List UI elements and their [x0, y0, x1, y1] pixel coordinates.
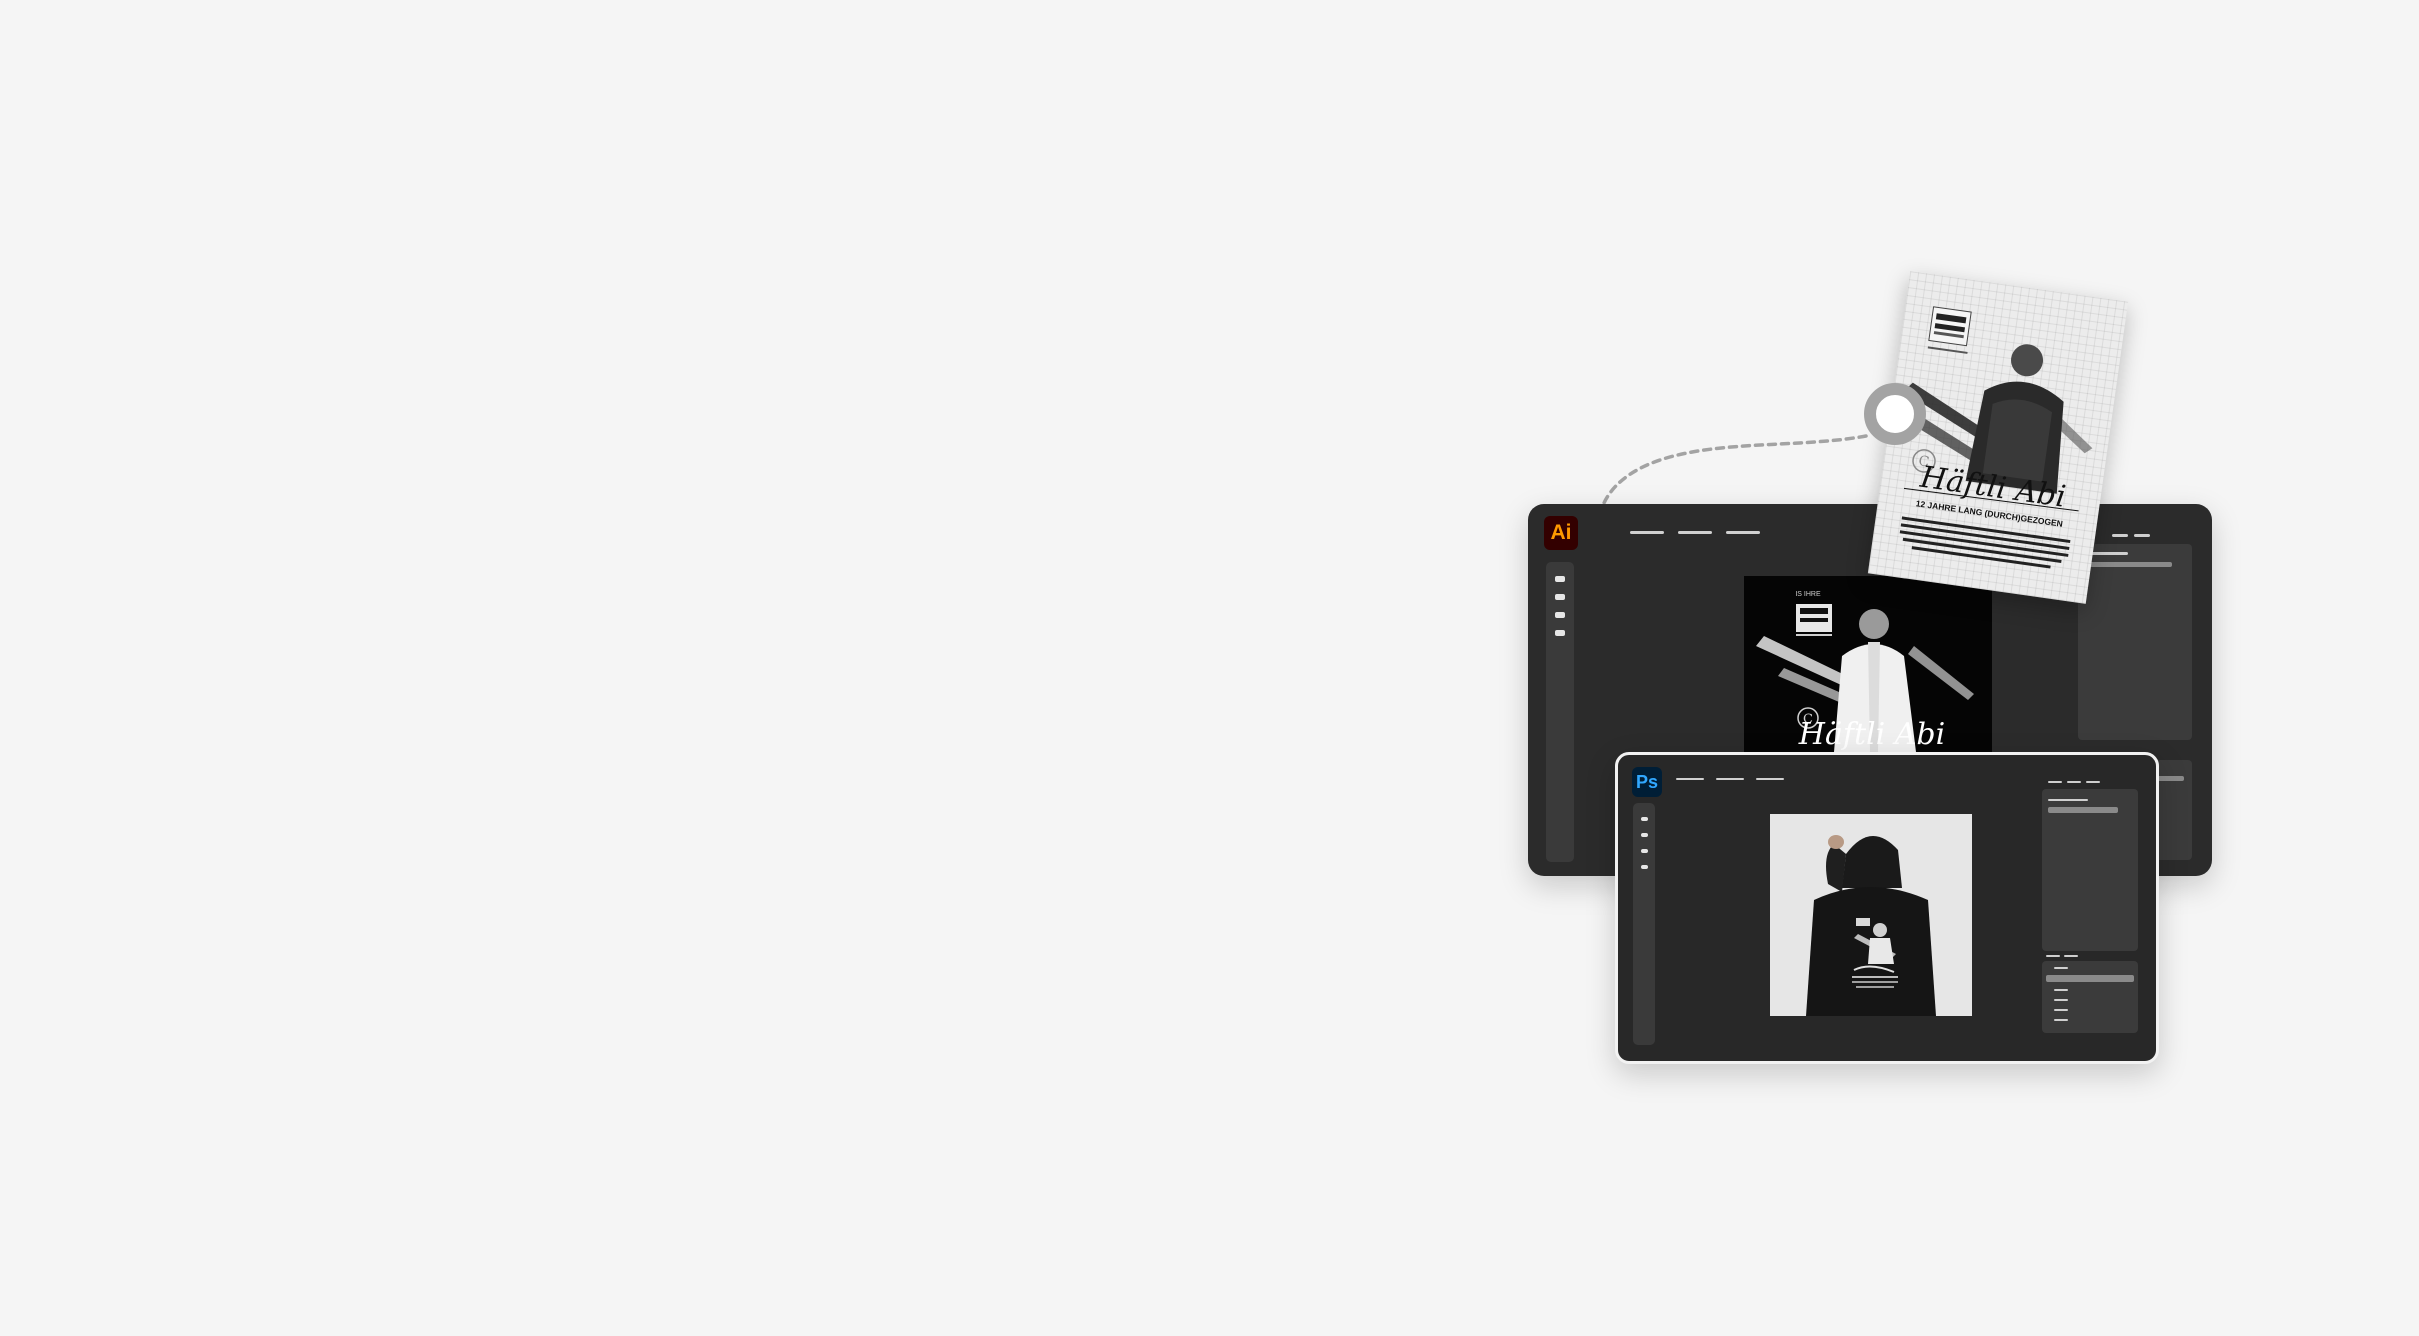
illustrator-app-icon[interactable]: Ai [1544, 516, 1578, 550]
menu-item[interactable] [1630, 531, 1664, 534]
tool-button[interactable] [1640, 817, 1648, 821]
connector-handle-ring[interactable] [1864, 383, 1926, 445]
photoshop-toolbar [1633, 803, 1655, 1045]
layer-row-selected[interactable] [2046, 975, 2134, 982]
menu-item[interactable] [1716, 778, 1744, 780]
menu-item[interactable] [1756, 778, 1784, 780]
svg-text:IS IHRE: IS IHRE [1795, 591, 1821, 598]
layer-row[interactable] [2054, 1009, 2068, 1011]
panel-tab[interactable] [2064, 955, 2078, 957]
tool-button[interactable] [1640, 849, 1648, 853]
illustrator-artboard[interactable]: C IS IHRE Häftli Abi [1744, 576, 1992, 752]
svg-text:Häftli Abi: Häftli Abi [1798, 717, 1945, 752]
photoshop-canvas-photo[interactable] [1770, 814, 1972, 1016]
photoshop-properties-panel [2042, 789, 2138, 951]
photoshop-window: Ps [1615, 752, 2159, 1064]
tool-button[interactable] [1640, 865, 1648, 869]
menu-item[interactable] [1678, 531, 1712, 534]
tool-button[interactable] [1555, 594, 1565, 600]
tool-button[interactable] [1555, 630, 1565, 636]
layer-row[interactable] [2054, 967, 2068, 969]
artboard-artwork: C IS IHRE Häftli Abi [1756, 591, 1974, 752]
menu-item[interactable] [1726, 531, 1760, 534]
panel-field[interactable] [2048, 807, 2118, 813]
panel-heading [2088, 552, 2128, 555]
panel-tab[interactable] [2086, 781, 2100, 783]
photoshop-app-icon[interactable]: Ps [1632, 767, 1662, 797]
photoshop-menu-bar [1676, 778, 1784, 780]
menu-item[interactable] [1676, 778, 1704, 780]
panel-field[interactable] [2088, 562, 2172, 567]
illustrator-menu-bar [1630, 531, 1760, 534]
panel-tab[interactable] [2048, 781, 2062, 783]
layer-row[interactable] [2054, 1019, 2068, 1021]
panel-heading [2048, 799, 2088, 801]
hoodie-photo [1770, 814, 1972, 1016]
panel-tab[interactable] [2112, 534, 2128, 537]
illustrator-toolbar [1546, 562, 1574, 862]
panel-tab[interactable] [2046, 955, 2060, 957]
tool-button[interactable] [1640, 833, 1648, 837]
layer-row[interactable] [2054, 989, 2068, 991]
layer-row[interactable] [2054, 999, 2068, 1001]
panel-tab[interactable] [2134, 534, 2150, 537]
tool-button[interactable] [1555, 576, 1565, 582]
tool-button[interactable] [1555, 612, 1565, 618]
illustrator-properties-panel [2078, 544, 2192, 740]
panel-tab[interactable] [2067, 781, 2081, 783]
photoshop-layers-panel [2042, 961, 2138, 1033]
